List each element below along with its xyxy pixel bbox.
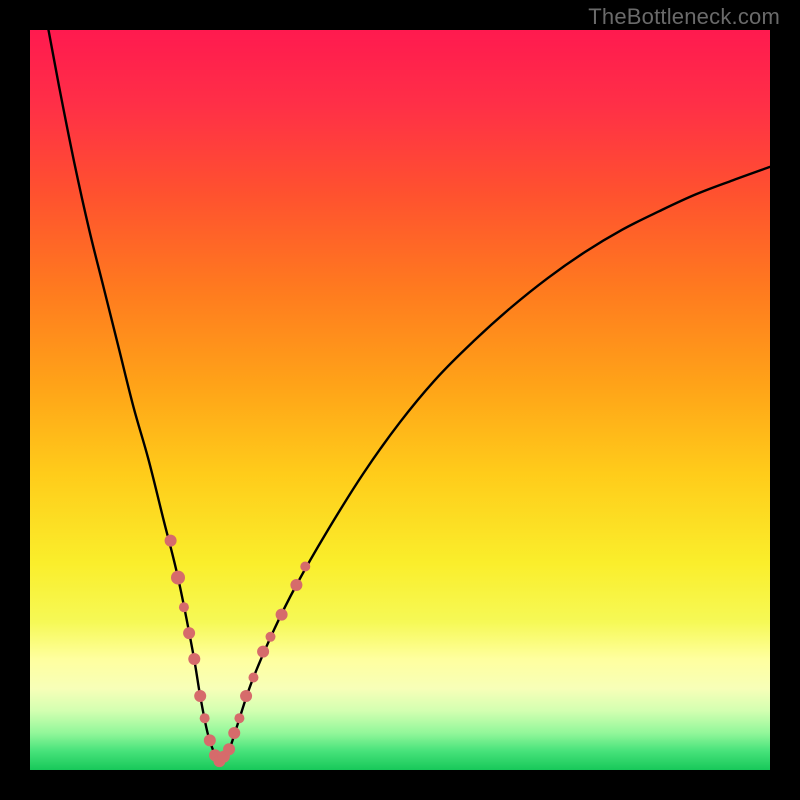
curve-marker xyxy=(204,734,216,746)
curve-marker xyxy=(290,579,302,591)
curve-marker xyxy=(223,743,235,755)
curve-marker xyxy=(240,690,252,702)
bottleneck-curve xyxy=(49,30,771,763)
curve-marker xyxy=(165,535,177,547)
curve-marker xyxy=(248,673,258,683)
curve-marker xyxy=(228,727,240,739)
curve-marker xyxy=(188,653,200,665)
curve-marker xyxy=(257,646,269,658)
curve-marker xyxy=(183,627,195,639)
curve-marker xyxy=(276,609,288,621)
curve-marker xyxy=(179,602,189,612)
watermark-text: TheBottleneck.com xyxy=(588,4,780,30)
curve-marker xyxy=(200,713,210,723)
plot-area xyxy=(30,30,770,770)
chart-frame: TheBottleneck.com xyxy=(0,0,800,800)
curve-marker xyxy=(266,632,276,642)
curve-layer xyxy=(30,30,770,770)
curve-marker xyxy=(194,690,206,702)
curve-marker xyxy=(234,713,244,723)
curve-marker xyxy=(300,562,310,572)
curve-marker xyxy=(171,571,185,585)
curve-markers xyxy=(165,535,311,768)
